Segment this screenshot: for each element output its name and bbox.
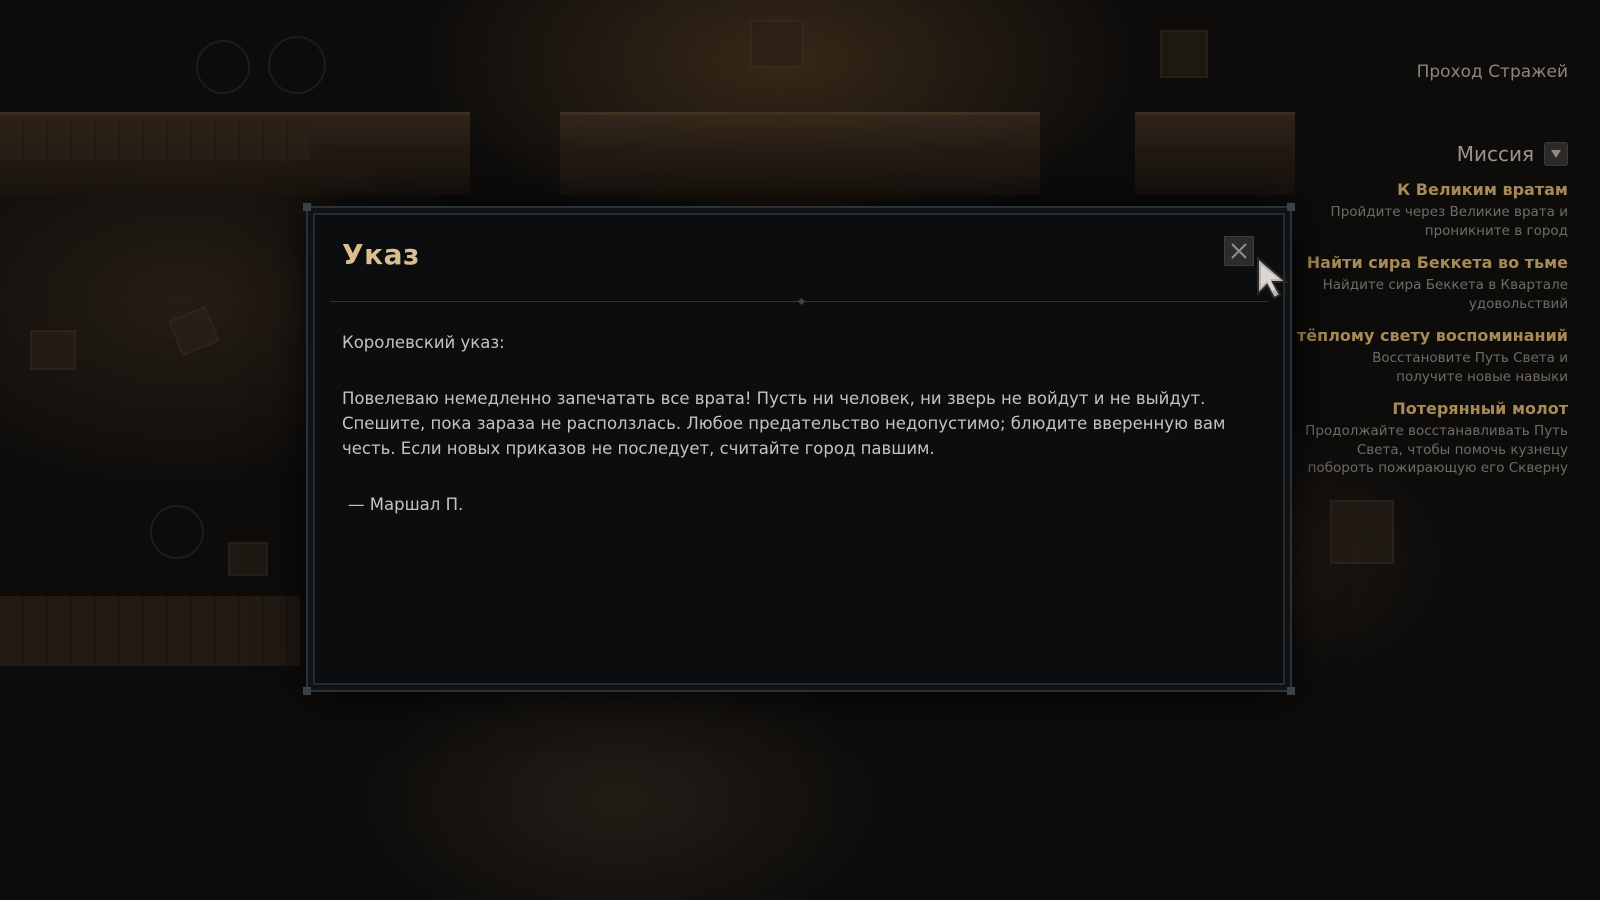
mission-collapse-button[interactable] — [1544, 142, 1568, 166]
close-button[interactable] — [1224, 236, 1254, 266]
game-screen: Проход Стражей Миссия К Великим вратам П… — [0, 0, 1600, 900]
decree-signature: — Маршал П. — [348, 495, 464, 514]
title-divider — [330, 297, 1268, 306]
dialog-title: Указ — [342, 238, 420, 271]
decree-dialog: Указ Королевский указ: Повелеваю немедле… — [303, 203, 1295, 695]
decree-text: Королевский указ: Повелеваю немедленно з… — [342, 330, 1247, 517]
frame-corner — [1287, 687, 1295, 695]
mission-header: Миссия — [1238, 142, 1568, 166]
quest-title: К Великим вратам — [1397, 180, 1568, 199]
frame-corner — [303, 203, 311, 211]
decree-message: Повелеваю немедленно запечатать все врат… — [342, 389, 1226, 458]
mission-title: Миссия — [1456, 142, 1534, 166]
close-icon — [1231, 243, 1247, 259]
decree-greeting: Королевский указ: — [342, 333, 505, 352]
frame-corner — [1287, 203, 1295, 211]
location-name: Проход Стражей — [1416, 62, 1568, 82]
frame-corner — [303, 687, 311, 695]
mouse-cursor-icon — [1257, 256, 1289, 300]
chevron-down-icon — [1551, 150, 1561, 158]
